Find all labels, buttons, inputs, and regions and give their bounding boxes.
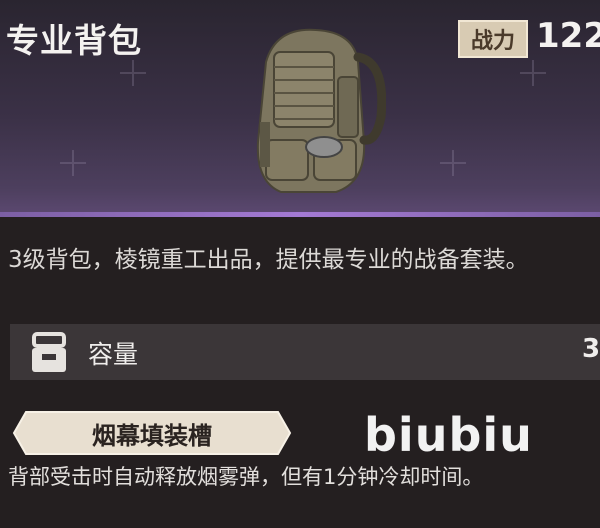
slot-tag: 烟幕填装槽 bbox=[12, 410, 292, 456]
power-label-badge: 战力 bbox=[458, 20, 528, 58]
stat-label: 容量 bbox=[88, 340, 139, 369]
slot-tag-label: 烟幕填装槽 bbox=[92, 421, 212, 450]
power-value: 1227 bbox=[536, 16, 600, 56]
slot-description: 背部受击时自动释放烟雾弹，但有1分钟冷却时间。 bbox=[8, 465, 484, 489]
item-header: 专业背包 战力 1227 bbox=[0, 0, 600, 214]
stat-row-capacity: 容量 30 bbox=[10, 324, 600, 380]
item-description: 3级背包，棱镜重工出品，提供最专业的战备套装。 bbox=[8, 247, 529, 273]
backpack-image bbox=[256, 28, 386, 193]
item-title: 专业背包 bbox=[6, 21, 142, 60]
stat-value: 30 bbox=[582, 334, 600, 364]
backpack-capacity-icon bbox=[32, 332, 66, 372]
header-divider bbox=[0, 212, 600, 217]
grid-cross-decoration bbox=[60, 150, 86, 176]
grid-cross-decoration bbox=[120, 60, 146, 86]
watermark: biubiu bbox=[364, 408, 533, 462]
grid-cross-decoration bbox=[440, 150, 466, 176]
grid-cross-decoration bbox=[520, 60, 546, 86]
